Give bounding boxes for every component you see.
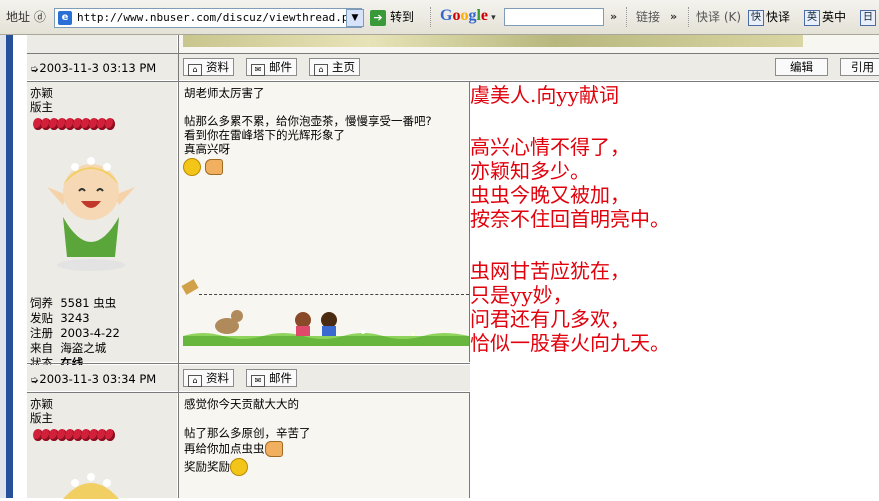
author-role: 版主 xyxy=(30,411,53,425)
message-line: 帖那么多累不累，给你泡壶茶，慢慢享受一番吧? xyxy=(184,114,432,128)
poem-blank xyxy=(470,107,670,131)
page-left-border xyxy=(0,35,13,498)
translate-icon: 快 xyxy=(748,9,764,26)
poem-line: 虫虫今晚又被加， xyxy=(470,183,630,207)
message-line: 看到你在雷峰塔下的光辉形象了 xyxy=(184,128,345,142)
english-chinese-button[interactable]: 英英中 xyxy=(804,8,846,26)
poem-line: 按奈不住回首明亮中。 xyxy=(470,207,670,231)
links-label[interactable]: 链接 xyxy=(636,8,660,26)
ie-page-icon: e xyxy=(58,11,72,25)
kuaiyi-label: 快译 (K) xyxy=(696,10,742,24)
toolbar-separator xyxy=(430,7,433,27)
poem: 虞美人.向yy献词 高兴心情不得了， 亦颖知多少。 虫虫今晚又被加， 按奈不住回… xyxy=(470,83,670,355)
elf-avatar xyxy=(47,157,135,271)
profile-button[interactable]: ⌂ 资料 xyxy=(183,58,234,76)
address-dropdown-icon[interactable]: ▼ xyxy=(346,9,364,27)
kuaiyi-button[interactable]: 快快译 xyxy=(748,8,790,26)
stat-from: 来自 海盗之城 xyxy=(30,341,107,355)
profile-icon: ⌂ xyxy=(188,64,202,76)
smiley-icon xyxy=(183,158,201,176)
message-line: 再给你加点虫虫 xyxy=(184,441,283,457)
message-line: 真高兴呀 xyxy=(184,142,230,156)
profile-button[interactable]: ⌂ 资料 xyxy=(183,369,234,387)
edit-button[interactable]: 编辑 xyxy=(775,58,828,76)
poem-background-lower xyxy=(470,357,879,498)
japanese-button[interactable]: 日 xyxy=(860,8,878,26)
toolbar-separator xyxy=(688,7,691,27)
homepage-button[interactable]: ⌂ 主页 xyxy=(309,58,360,76)
address-bar[interactable]: e http://www.nbuser.com/discuz/viewthrea… xyxy=(54,8,362,28)
email-button[interactable]: ✉ 邮件 xyxy=(246,58,297,76)
prev-message-cell xyxy=(179,35,879,53)
elf-avatar xyxy=(63,473,119,499)
stat-posts: 发贴 3243 xyxy=(30,311,90,325)
poem-line: 亦颖知多少。 xyxy=(470,159,590,183)
poem-line: 问君还有几多欢， xyxy=(470,307,630,331)
english-chinese-icon: 英 xyxy=(804,9,820,26)
post-time: ➭2003-11-3 03:34 PM xyxy=(30,372,157,386)
pencil-icon xyxy=(181,279,199,295)
google-more-icon[interactable]: » xyxy=(610,8,617,26)
message-cell: 胡老师太厉害了 帖那么多累不累，给你泡壶茶，慢慢享受一番吧? 看到你在雷峰塔下的… xyxy=(179,82,469,362)
smiley-icon xyxy=(230,458,248,476)
column-divider xyxy=(178,35,179,498)
message-line: 奖励奖励 xyxy=(184,458,248,476)
post-time: ➭2003-11-3 03:13 PM xyxy=(30,61,157,75)
thumbs-up-icon xyxy=(264,441,283,457)
left-blue-bar xyxy=(6,35,13,498)
home-icon: ⌂ xyxy=(314,64,328,76)
signature-picture xyxy=(183,310,469,346)
poem-line: 高兴心情不得了， xyxy=(470,135,630,159)
go-button[interactable]: ➔ 转到 xyxy=(370,8,414,26)
poem-line: 只是yy妙， xyxy=(470,283,573,307)
thumbs-up-icon xyxy=(204,159,223,175)
browser-toolbar: 地址 ⓓ e http://www.nbuser.com/discuz/view… xyxy=(0,0,879,35)
signature-banner xyxy=(183,35,803,47)
google-search-input[interactable] xyxy=(504,8,604,26)
stat-pets: 饲养 5581 虫虫 xyxy=(30,296,117,310)
message-line: 感觉你今天贡献大大的 xyxy=(184,397,299,411)
address-label: 地址 ⓓ xyxy=(6,10,46,24)
author-name[interactable]: 亦颖 xyxy=(30,86,53,100)
message-line: 帖了那么多原创，辛苦了 xyxy=(184,426,311,440)
message-line: 胡老师太厉害了 xyxy=(184,86,265,100)
row-divider xyxy=(27,392,470,393)
rank-worm-icon xyxy=(33,427,141,443)
author-cell: 亦颖 版主 xyxy=(27,393,177,499)
poem-line: 虫网甘苦应犹在， xyxy=(470,259,630,283)
post-icon: ➭ xyxy=(30,64,39,75)
stat-registered: 注册 2003-4-22 xyxy=(30,326,120,340)
poem-blank xyxy=(470,231,670,255)
mail-icon: ✉ xyxy=(251,375,265,387)
profile-icon: ⌂ xyxy=(188,375,202,387)
go-label: 转到 xyxy=(390,10,415,24)
mail-icon: ✉ xyxy=(251,64,265,76)
author-cell: 亦颖 版主 饲养 5581 虫虫 发贴 3243 注册 2003-4-22 来自… xyxy=(27,82,177,370)
prev-author-cell xyxy=(27,35,177,53)
address-url[interactable]: http://www.nbuser.com/discuz/viewthread.… xyxy=(77,9,359,27)
poem-title: 虞美人.向yy献词 xyxy=(470,83,619,107)
rank-worm-icon xyxy=(33,116,141,132)
google-logo[interactable]: Google ▾ xyxy=(440,7,496,25)
go-arrow-icon: ➔ xyxy=(370,9,386,26)
links-more-icon[interactable]: » xyxy=(670,8,677,26)
row-divider xyxy=(27,53,879,54)
quote-button[interactable]: 引用 xyxy=(840,58,879,76)
post-header: ➭2003-11-3 03:13 PM ⌂ 资料 ✉ 邮件 ⌂ 主页 编辑 引用 xyxy=(27,54,879,80)
author-name[interactable]: 亦颖 xyxy=(30,397,53,411)
signature-divider xyxy=(199,294,469,295)
author-role: 版主 xyxy=(30,100,53,114)
email-button[interactable]: ✉ 邮件 xyxy=(246,369,297,387)
message-cell: 感觉你今天贡献大大的 帖了那么多原创，辛苦了 再给你加点虫虫 奖励奖励 xyxy=(179,393,469,498)
emoticons xyxy=(183,158,223,176)
poem-line: 恰似一股春火向九天。 xyxy=(470,331,670,355)
row-divider xyxy=(27,363,470,364)
post-icon: ➭ xyxy=(30,375,39,386)
toolbar-separator xyxy=(626,7,629,27)
